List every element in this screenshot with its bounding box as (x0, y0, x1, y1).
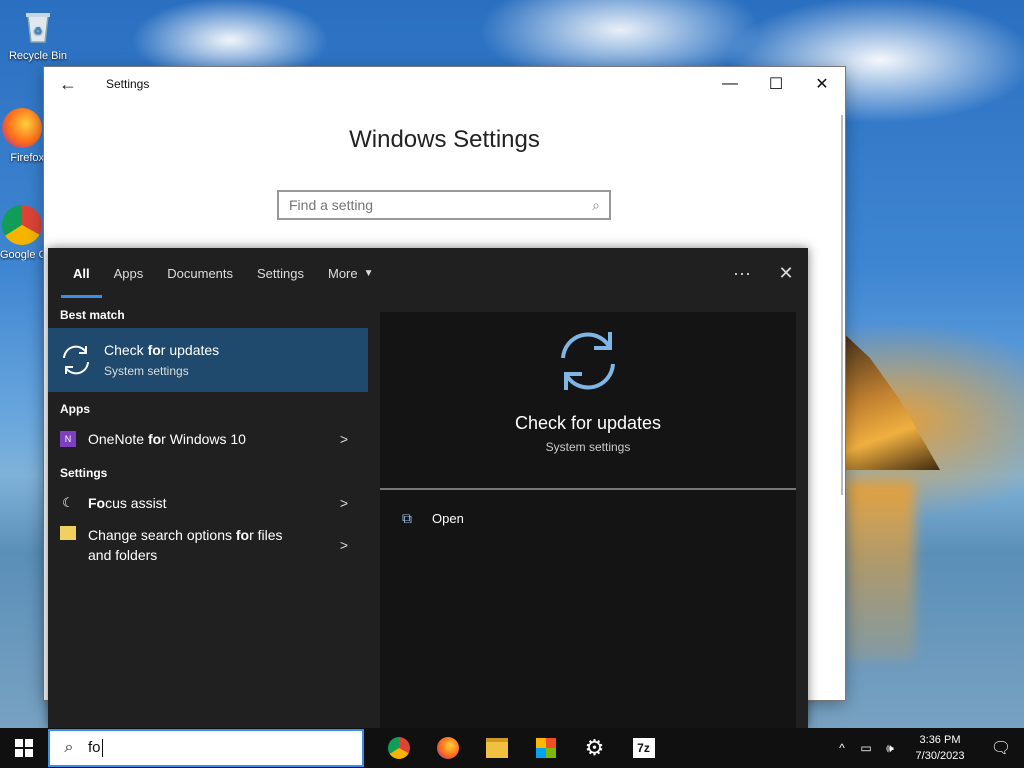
settings-header: Settings (60, 466, 108, 480)
tab-apps[interactable]: Apps (102, 248, 156, 298)
store-icon (535, 738, 556, 758)
gear-icon: ⚙ (584, 735, 605, 760)
best-match-subtitle: System settings (104, 364, 189, 378)
settings-titlebar: ← Settings — ☐ ✕ (44, 67, 845, 101)
taskbar: ⌕ fo ⚙ 7z ^ ▭ 🕪 3:36 PM 7/30/2023 🗨 (0, 728, 1024, 768)
tab-label: More (328, 265, 358, 281)
sync-icon (63, 345, 89, 375)
desktop-icon-label: Google Chrome (0, 249, 44, 261)
pinned-apps: ⚙ 7z (374, 728, 668, 768)
clock-date: 7/30/2023 (915, 750, 965, 762)
sync-icon (561, 332, 615, 390)
taskbar-chrome[interactable] (374, 728, 423, 768)
best-match-title: Check for updates (104, 342, 220, 358)
result-focus-assist[interactable]: ☾ Focus assist > (48, 486, 368, 520)
scrollbar[interactable] (841, 115, 843, 495)
tab-more[interactable]: More ▼ (316, 248, 386, 298)
search-panel: All Apps Documents Settings More ▼ ··· ✕ … (48, 248, 808, 728)
tab-documents[interactable]: Documents (155, 248, 245, 298)
chrome-icon (387, 737, 410, 759)
search-tabs: All Apps Documents Settings More ▼ ··· ✕ (48, 248, 808, 298)
onenote-icon: N (60, 431, 76, 447)
taskbar-store[interactable] (521, 728, 570, 768)
preview-title: Check for updates (514, 413, 662, 433)
search-icon: ⌕ (64, 739, 74, 756)
open-label: Open (432, 511, 464, 526)
result-label: Focus assist (88, 495, 167, 511)
7zip-icon: 7z (632, 738, 655, 758)
chevron-down-icon: ▼ (363, 267, 374, 279)
search-panel-actions: ··· ✕ (720, 248, 808, 298)
start-button[interactable] (0, 728, 48, 768)
open-icon: ⧉ (402, 510, 412, 526)
windows-logo-icon (15, 739, 33, 757)
folder-icon (485, 738, 508, 758)
clock[interactable]: 3:36 PM 7/30/2023 (902, 732, 978, 764)
result-change-search-options[interactable]: Change search options for files and fold… (48, 520, 368, 570)
notification-icon[interactable]: 🗨 (978, 738, 1024, 758)
apps-header: Apps (60, 402, 90, 416)
close-window-button[interactable]: ✕ (799, 67, 845, 101)
taskbar-7zip[interactable]: 7z (619, 728, 668, 768)
volume-icon[interactable]: 🕪 (878, 741, 902, 756)
best-match-check-for-updates[interactable]: Check for updates System settings (48, 328, 368, 392)
page-title: Windows Settings (349, 126, 540, 153)
tab-label: Settings (257, 265, 304, 281)
desktop-icon-recycle-bin[interactable]: ♻ Recycle Bin (6, 6, 70, 62)
system-tray: ^ ▭ 🕪 3:36 PM 7/30/2023 🗨 (830, 728, 1024, 768)
best-match-header: Best match (60, 308, 125, 322)
desktop-icon-label: Recycle Bin (8, 50, 68, 62)
clock-time: 3:36 PM (919, 734, 961, 746)
tab-label: Apps (113, 265, 144, 281)
window-title: Settings (106, 77, 150, 91)
chrome-icon (2, 205, 42, 245)
preview-pane: Check for updates System settings ⧉ Open (380, 312, 796, 728)
wallpaper-cliff (840, 330, 940, 470)
tab-label: Documents (167, 265, 234, 281)
taskbar-search-input[interactable]: fo (88, 739, 103, 758)
desktop-icon-label: Firefox (10, 152, 44, 164)
result-onenote[interactable]: N OneNote for Windows 10 > (48, 422, 368, 456)
moon-icon: ☾ (62, 495, 74, 510)
result-label: Change search options for files and fold… (88, 527, 283, 563)
desktop-icon-chrome[interactable]: Google Chrome (0, 205, 44, 261)
chevron-up-icon[interactable]: ^ (830, 741, 854, 755)
taskbar-file-explorer[interactable] (472, 728, 521, 768)
desktop-icon-firefox[interactable]: Firefox (0, 108, 44, 164)
taskbar-search-box[interactable]: ⌕ fo (48, 729, 364, 767)
firefox-icon (2, 108, 42, 148)
preview-header: Check for updates System settings (380, 312, 796, 488)
network-icon[interactable]: ▭ (854, 741, 878, 755)
window-controls: — ☐ ✕ (707, 67, 845, 101)
results-list: Best match Check for updates System sett… (48, 298, 368, 728)
maximize-button[interactable]: ☐ (753, 67, 799, 101)
more-options-icon[interactable]: ··· (720, 263, 764, 284)
tab-settings[interactable]: Settings (245, 248, 316, 298)
find-setting-box[interactable]: ⌕ (277, 190, 611, 220)
recycle-bin-icon: ♻ (18, 6, 58, 46)
minimize-button[interactable]: — (707, 67, 753, 101)
taskbar-settings[interactable]: ⚙ (570, 728, 619, 768)
search-icon: ⌕ (592, 196, 600, 213)
close-search-button[interactable]: ✕ (764, 263, 808, 284)
firefox-icon (436, 737, 459, 759)
svg-text:♻: ♻ (34, 26, 43, 37)
taskbar-firefox[interactable] (423, 728, 472, 768)
back-arrow-icon[interactable]: ← (44, 74, 92, 95)
preview-subtitle: System settings (545, 440, 631, 454)
tab-all[interactable]: All (61, 248, 102, 298)
result-label: OneNote for Windows 10 (88, 431, 246, 447)
text-cursor (101, 739, 103, 758)
chevron-right-icon[interactable]: > (340, 431, 348, 447)
folder-options-icon (60, 526, 76, 540)
chevron-right-icon[interactable]: > (340, 495, 348, 511)
open-action[interactable]: ⧉ Open (380, 490, 796, 547)
find-setting-input[interactable] (279, 196, 583, 214)
wallpaper-reflection (845, 480, 915, 660)
tab-label: All (73, 265, 90, 281)
chevron-right-icon[interactable]: > (340, 537, 348, 553)
